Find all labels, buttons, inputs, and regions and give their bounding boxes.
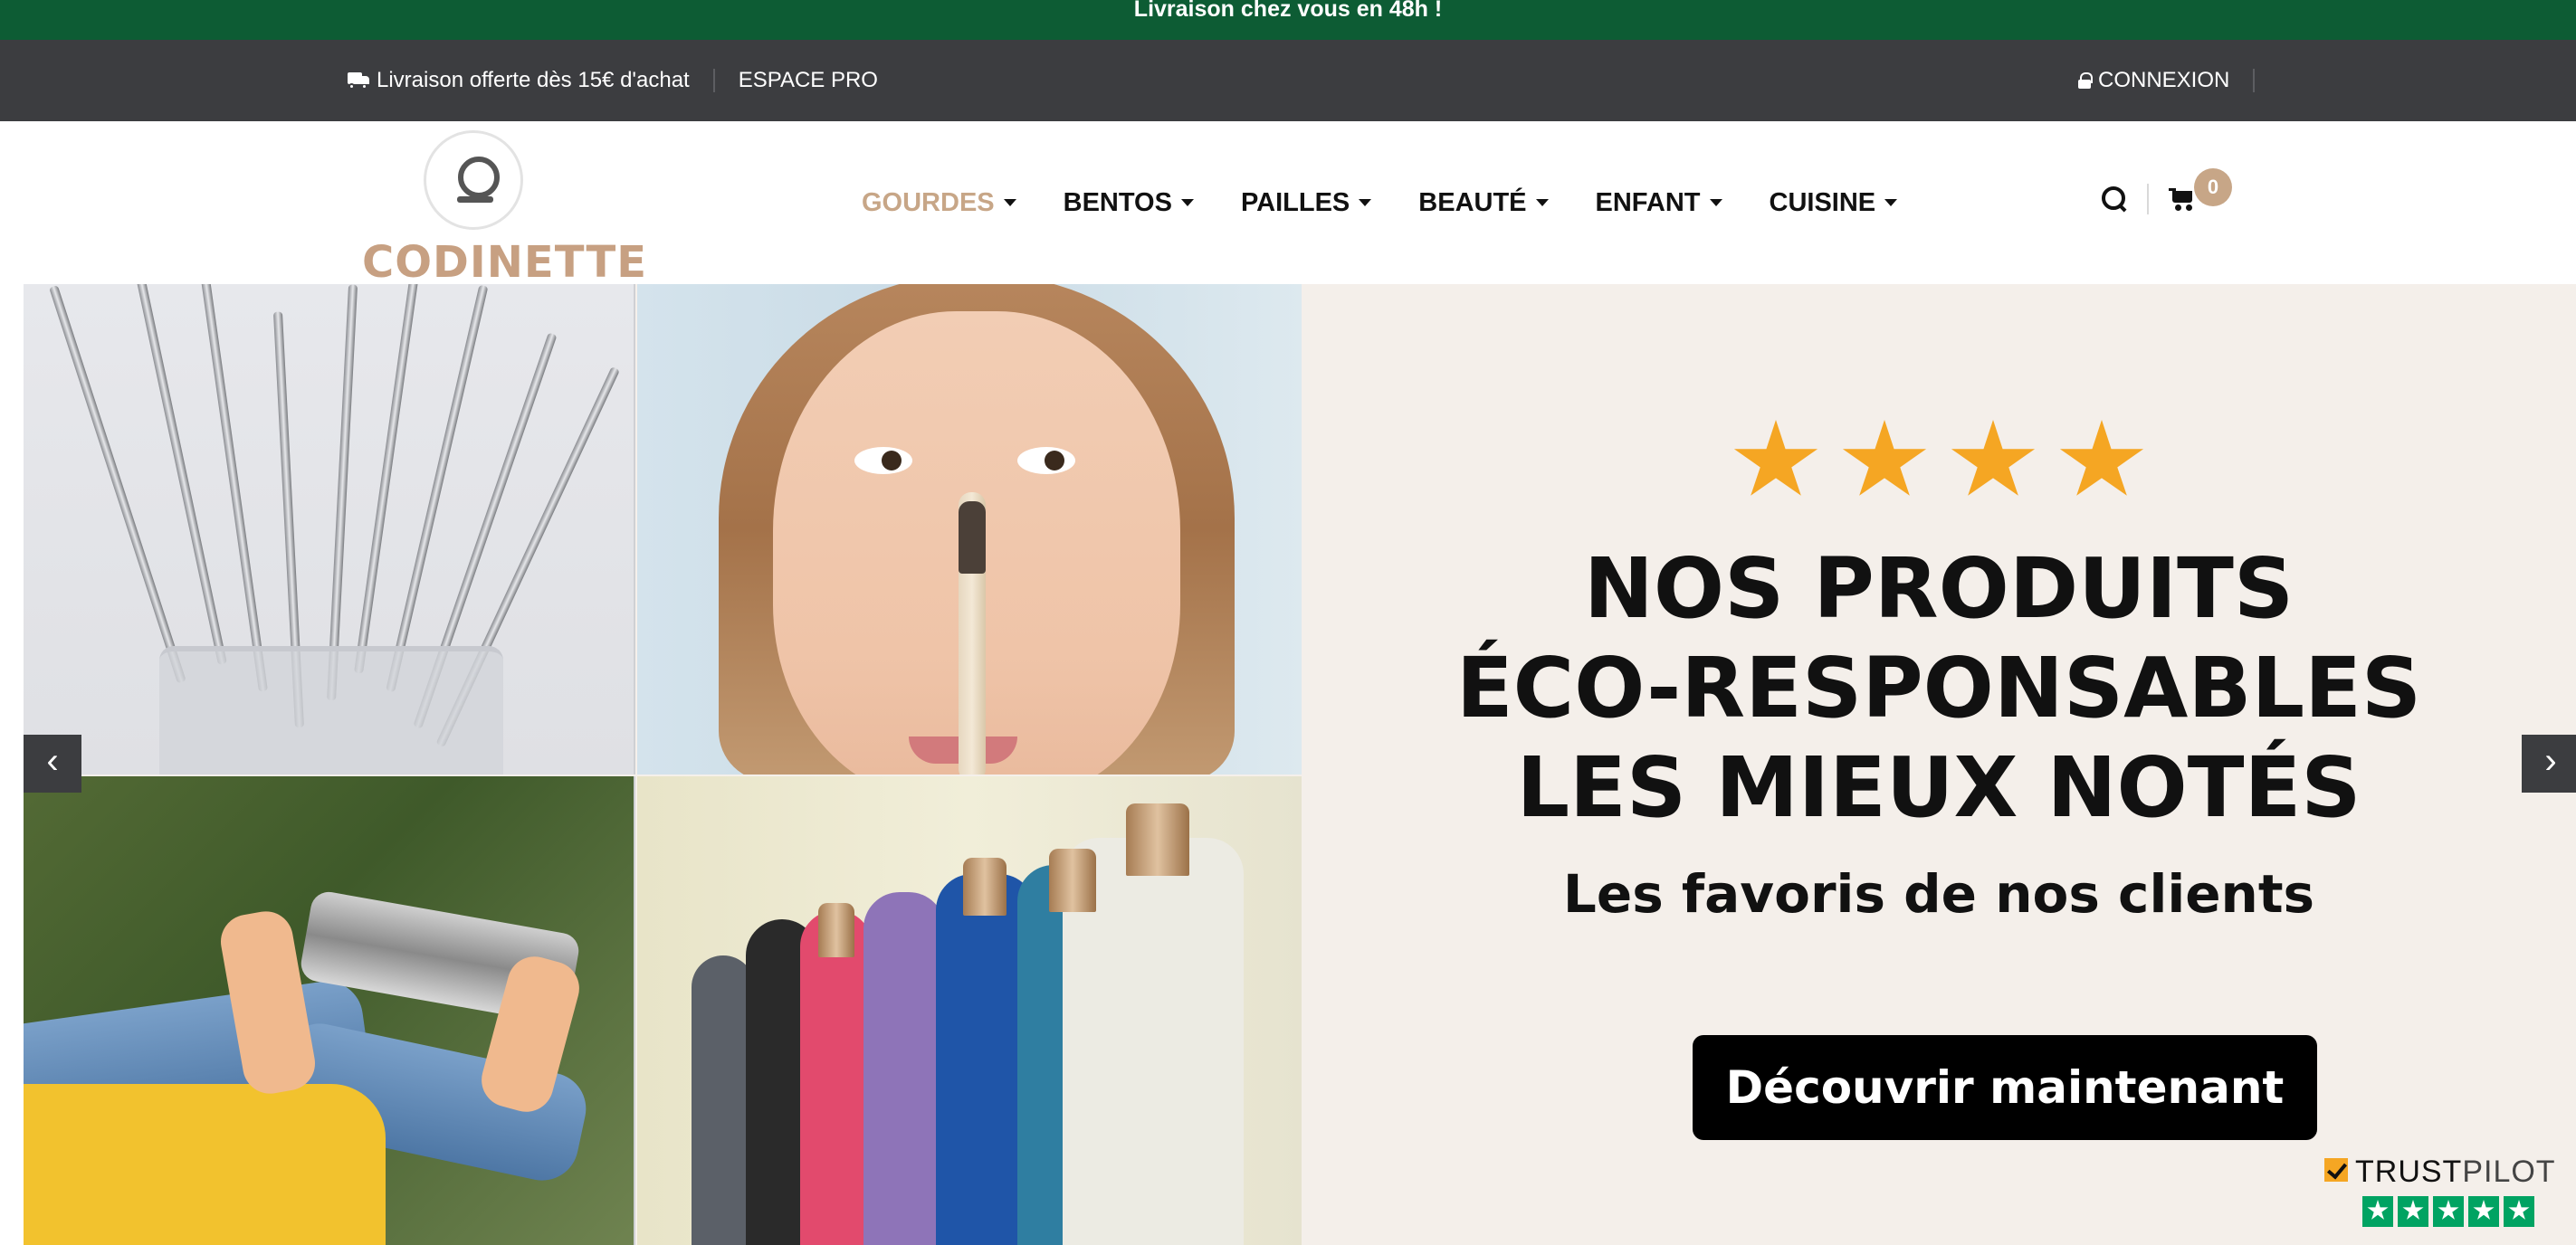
discover-now-button[interactable]: Découvrir maintenant [1693, 1035, 2317, 1140]
logo-text: CODINETTE [362, 237, 648, 288]
slider-next-button[interactable]: › [2522, 735, 2576, 793]
hero-subheadline: Les favoris de nos clients [1562, 863, 2315, 925]
promo-panel: NOS PRODUITS ÉCO-RESPONSABLES LES MIEUX … [1302, 284, 2576, 1245]
caret-down-icon [1535, 199, 1549, 206]
nav-item-enfant[interactable]: ENFANT [1596, 188, 1722, 218]
caret-down-icon [1003, 199, 1016, 206]
cart-icon[interactable] [2169, 186, 2196, 212]
headline-line-2: ÉCO-RESPONSABLES [1455, 640, 2422, 737]
checkmark-icon [2324, 1158, 2348, 1182]
nav-item-bentos[interactable]: BENTOS [1064, 188, 1194, 218]
slider-prev-button[interactable]: ‹ [24, 735, 81, 793]
trustpilot-stars [2362, 1196, 2534, 1227]
star-icon [2398, 1196, 2428, 1227]
straws-image [24, 284, 635, 775]
cart-count-badge[interactable]: 0 [2194, 168, 2232, 206]
truck-icon [348, 72, 371, 90]
divider [2147, 184, 2149, 214]
hero-slider: NOS PRODUITS ÉCO-RESPONSABLES LES MIEUX … [24, 284, 2576, 1245]
star-icon [2468, 1196, 2499, 1227]
trustpilot-wordmark: TRUSTPILOT [2355, 1155, 2556, 1190]
rating-stars [1302, 420, 2576, 508]
trustpilot-label-trust: TRUST [2355, 1155, 2463, 1189]
star-icon [2059, 420, 2144, 496]
header-actions [2102, 172, 2196, 226]
nav-label: CUISINE [1769, 187, 1876, 217]
star-icon [1951, 420, 2036, 496]
nav-label: BEAUTÉ [1418, 187, 1527, 217]
headline-line-3: LES MIEUX NOTÉS [1516, 739, 2361, 836]
nav-label: GOURDES [862, 187, 995, 217]
bottles-row-image [637, 776, 1302, 1245]
divider [2253, 69, 2256, 92]
nav-item-pailles[interactable]: PAILLES [1240, 187, 1372, 218]
announcement-text: Livraison chez vous en 48h ! [1133, 0, 1443, 22]
woman-toothbrush-image [637, 284, 1302, 775]
star-icon [2433, 1196, 2464, 1227]
trustpilot-badge[interactable]: TRUSTPILOT [2319, 1151, 2563, 1232]
star-icon [1842, 420, 1927, 496]
caret-down-icon [1180, 199, 1194, 206]
headline-line-1: NOS PRODUITS [1583, 540, 2295, 637]
main-nav: GOURDES BENTOS PAILLES BEAUTÉ ENFANT CUI… [862, 121, 1944, 284]
nav-label: BENTOS [1063, 187, 1172, 217]
connexion-link[interactable]: CONNEXION [2078, 68, 2229, 93]
delivery-text: Livraison offerte dès 15€ d'achat [377, 68, 690, 92]
announcement-bar: Livraison chez vous en 48h ! [0, 0, 2576, 40]
star-icon [2362, 1196, 2393, 1227]
outdoor-bottle-image [24, 776, 635, 1245]
star-icon [1733, 420, 1818, 496]
espace-pro-link[interactable]: ESPACE PRO [739, 68, 878, 93]
star-icon [2504, 1196, 2534, 1227]
trustpilot-label-pilot: PILOT [2462, 1155, 2556, 1189]
nav-item-beaute[interactable]: BEAUTÉ [1418, 187, 1549, 218]
nav-label: ENFANT [1595, 187, 1701, 217]
connexion-label: CONNEXION [2098, 68, 2230, 92]
nav-label: PAILLES [1240, 187, 1350, 217]
caret-down-icon [1709, 199, 1722, 206]
caret-down-icon [1359, 199, 1372, 206]
site-header: CODINETTE GOURDES BENTOS PAILLES BEAUTÉ … [0, 121, 2576, 288]
hero-headline: NOS PRODUITS ÉCO-RESPONSABLES LES MIEUX … [1302, 539, 2576, 838]
search-icon[interactable] [2102, 186, 2127, 212]
site-logo[interactable]: CODINETTE [362, 130, 646, 288]
nav-item-cuisine[interactable]: CUISINE [1770, 188, 1898, 218]
nav-item-gourdes[interactable]: GOURDES [862, 188, 1016, 218]
delivery-info: Livraison offerte dès 15€ d'achat [348, 68, 690, 93]
top-bar: Livraison offerte dès 15€ d'achat ESPACE… [0, 40, 2576, 121]
lock-icon [2078, 72, 2093, 89]
caret-down-icon [1884, 199, 1898, 206]
logo-mark [424, 130, 523, 230]
divider [712, 69, 715, 92]
